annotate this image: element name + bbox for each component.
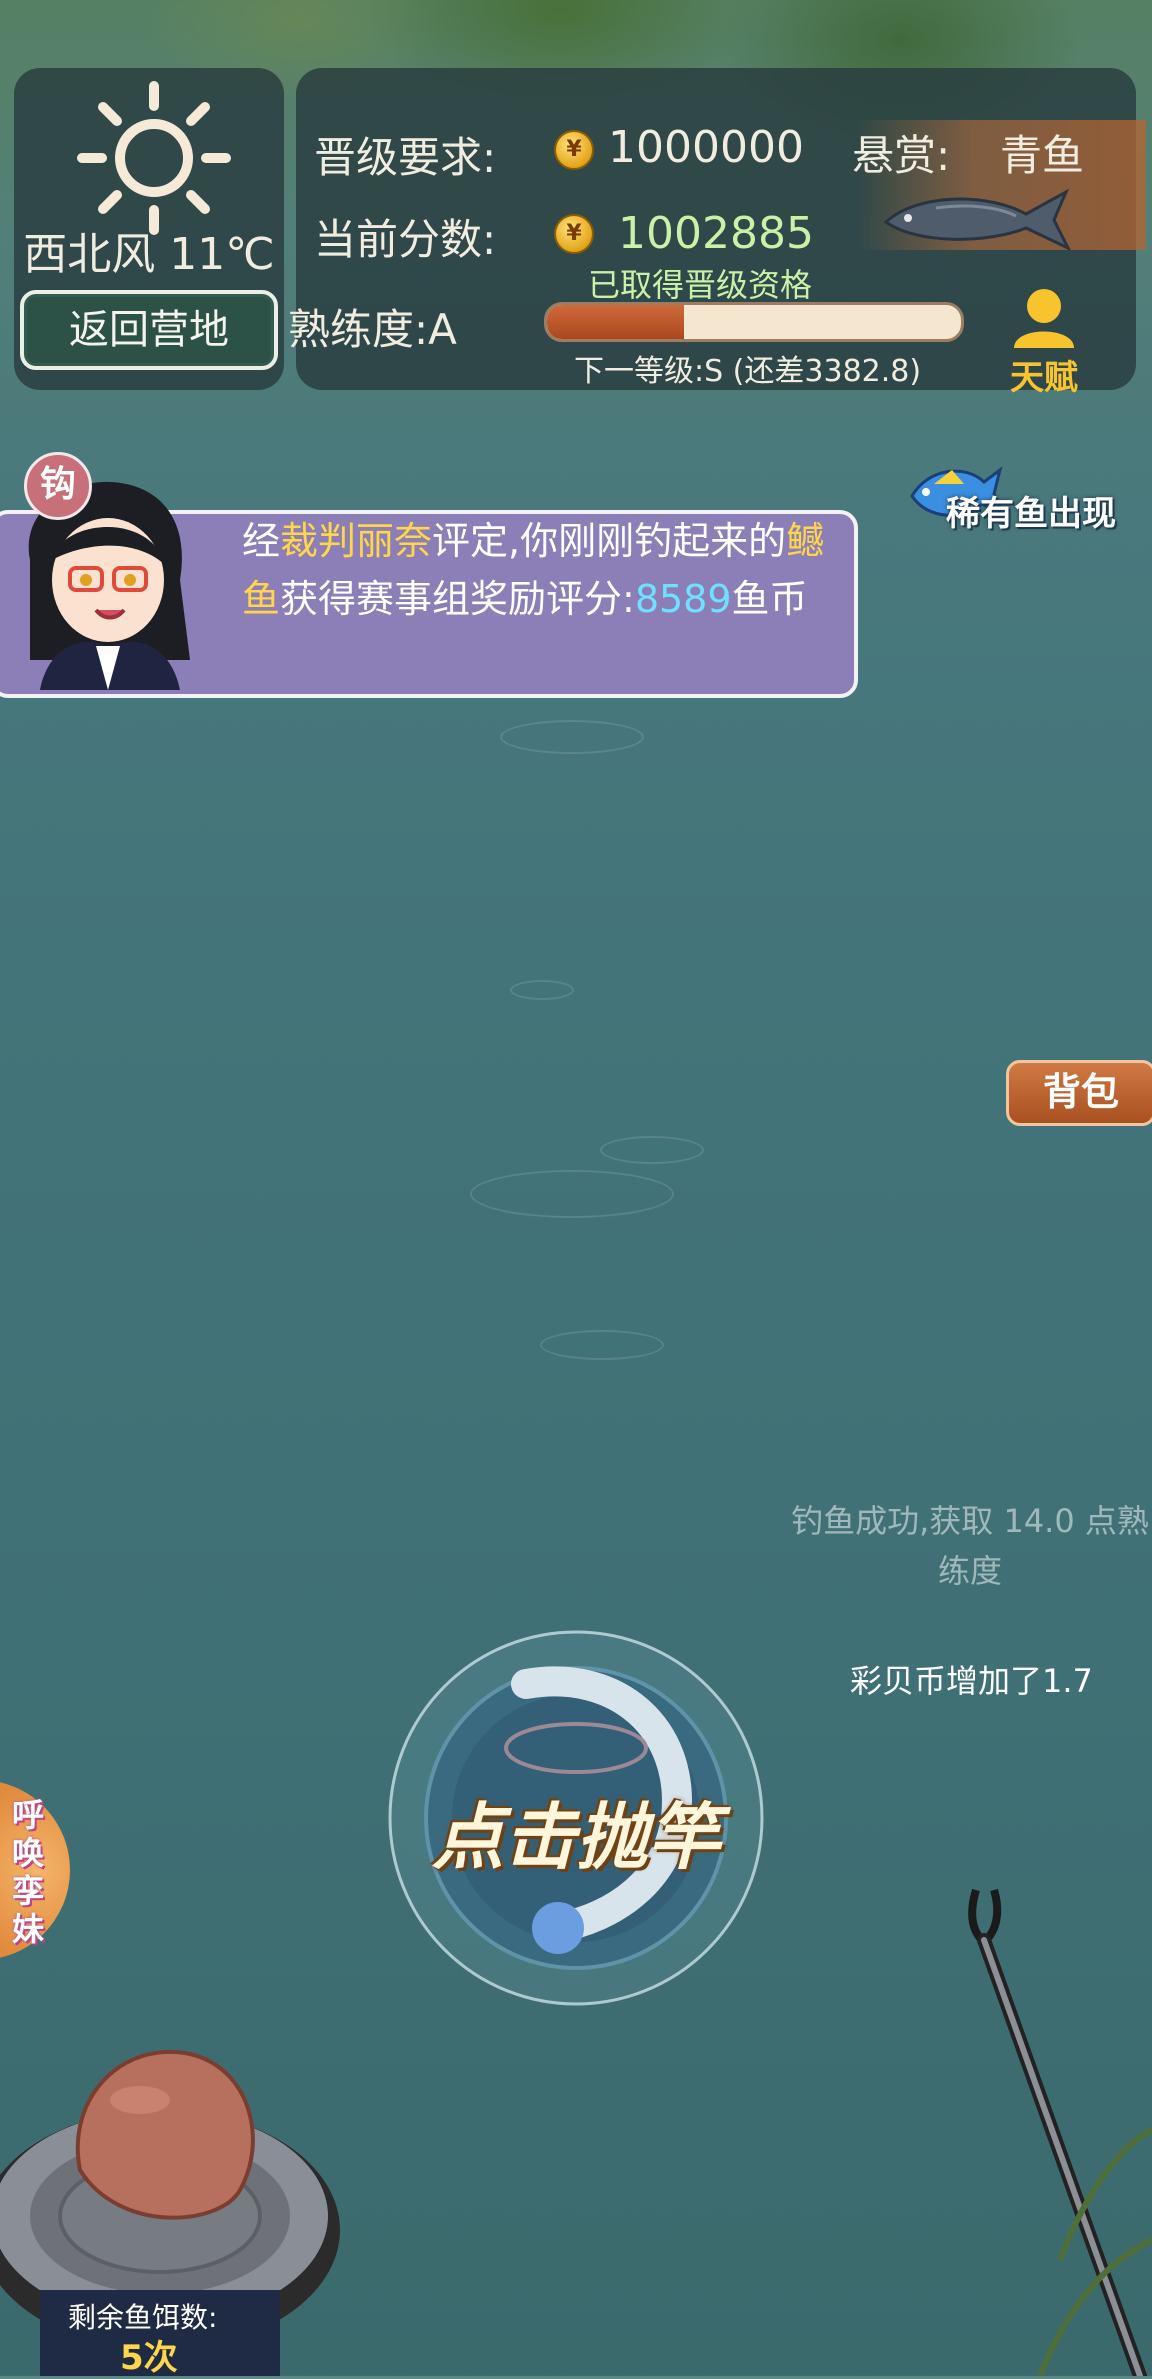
water-ripple <box>510 980 574 1000</box>
score-label: 当前分数: <box>314 215 497 264</box>
summon-label: 呼唤孪妹 <box>12 1796 45 1948</box>
hook-badge: 钩 <box>24 452 92 520</box>
sun-icon <box>77 81 231 235</box>
water-ripple <box>500 720 644 754</box>
water-ripple <box>540 1330 664 1360</box>
message-part: 获得赛事组奖励评分: <box>280 577 635 621</box>
bounty-fish-name: 青鱼 <box>1000 131 1085 180</box>
bait-remaining-count: 5次 <box>120 2338 178 2378</box>
water-ripple <box>600 1136 704 1164</box>
backpack-button[interactable]: 背包 <box>1006 1060 1152 1126</box>
weather-text: 西北风 11℃ <box>23 229 275 280</box>
coin-icon: ¥ <box>554 214 594 254</box>
talent-label: 天赋 <box>1010 358 1078 398</box>
bounty-label: 悬赏: <box>852 131 951 180</box>
judge-name: 裁判丽奈 <box>280 519 433 563</box>
award-score: 8589 <box>634 577 732 621</box>
cast-rod-button[interactable]: 点击抛竿 <box>386 1628 766 2008</box>
proficiency-progress-bar <box>544 302 964 342</box>
rare-fish-indicator[interactable]: 稀有鱼出现 <box>904 450 1124 540</box>
qualified-text: 已取得晋级资格 <box>588 266 813 304</box>
shell-coin-notice: 彩贝币增加了1.7 <box>850 1662 1093 1700</box>
rare-fish-label: 稀有鱼出现 <box>946 494 1116 534</box>
fishing-success-notice: 钓鱼成功,获取 14.0 点熟练度 <box>791 1502 1149 1590</box>
score-value: 1002885 <box>618 208 814 259</box>
fishing-rod <box>968 1888 1152 2376</box>
promotion-label: 晋级要求: <box>314 133 497 182</box>
proficiency-label: 熟练度:A <box>288 305 457 354</box>
person-icon <box>1014 289 1074 348</box>
proficiency-progress-fill <box>547 305 684 339</box>
return-camp-button[interactable]: 返回营地 <box>20 290 278 370</box>
message-part: 鱼币 <box>731 577 808 621</box>
bounty-fish-icon <box>883 188 1072 252</box>
coin-icon: ¥ <box>554 130 594 170</box>
promotion-value: 1000000 <box>608 122 804 173</box>
message-part: 评定,你刚刚钓起来的 <box>432 519 787 563</box>
info-panel: 晋级要求: ¥ 1000000 悬赏: 青鱼 当前分数: ¥ 1002885 已… <box>288 68 1146 398</box>
cast-rod-label: 点击抛竿 <box>431 1795 720 1879</box>
weather-panel: 西北风 11℃ 返回营地 <box>14 68 284 390</box>
water-ripple <box>470 1170 674 1218</box>
talent-button[interactable]: 天赋 <box>1004 286 1084 398</box>
message-text: 经裁判丽奈评定,你刚刚钓起来的鳡鱼获得赛事组奖励评分:8589鱼币 <box>242 512 834 628</box>
message-part: 经 <box>242 519 281 563</box>
next-level-text: 下一等级:S (还差3382.8) <box>574 354 922 389</box>
